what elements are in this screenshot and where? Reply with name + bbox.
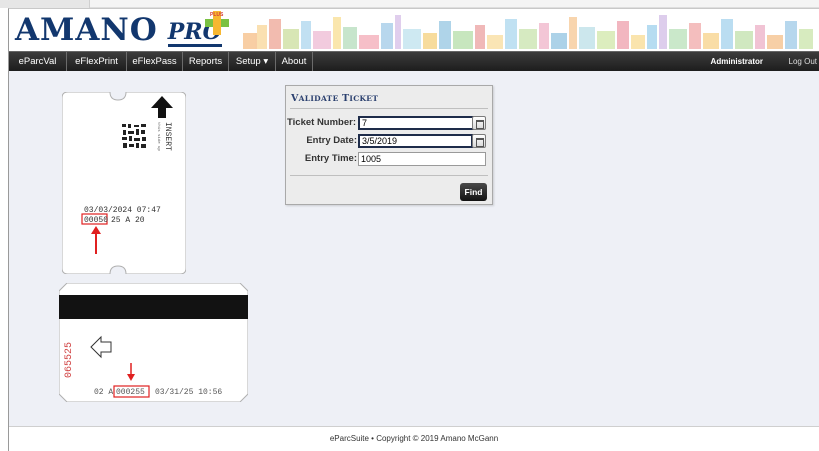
ticket-number-row: Ticket Number: 7 bbox=[286, 116, 494, 130]
ticket-barcode-icon bbox=[122, 124, 146, 148]
ticket-number-input[interactable]: 7 bbox=[358, 116, 474, 130]
nav-eflexpass[interactable]: eFlexPass bbox=[127, 52, 183, 71]
nav-about[interactable]: About bbox=[276, 52, 313, 71]
browser-tab-stub bbox=[0, 0, 90, 8]
app-header: AMANO PRO PLUS bbox=[9, 9, 819, 51]
entry-date-input[interactable]: 3/5/2019 bbox=[358, 134, 473, 148]
panel-title: VALIDATE TICKET bbox=[291, 93, 379, 104]
page-footer: eParcSuite • Copyright © 2019 Amano McGa… bbox=[9, 426, 819, 451]
ticket-front-image: INSERT this side up 03/03/2024 07:47 000… bbox=[62, 92, 186, 274]
logo-amano-text: AMANO bbox=[15, 12, 158, 48]
ticket-insert-label: INSERT bbox=[163, 122, 172, 151]
logo-plus-icon: PLUS bbox=[205, 11, 229, 35]
entry-time-row: Entry Time: 1005 bbox=[286, 152, 494, 166]
ticket-back-prefix: 02 A bbox=[94, 388, 113, 397]
logged-in-user: Administrator bbox=[710, 57, 763, 66]
validate-ticket-panel: VALIDATE TICKET Ticket Number: 7 Entry D… bbox=[285, 85, 493, 205]
entry-time-input[interactable]: 1005 bbox=[358, 152, 486, 166]
logo-plus-text: PLUS bbox=[210, 12, 224, 18]
logout-link[interactable]: Log Out bbox=[789, 52, 817, 71]
panel-divider-top bbox=[290, 108, 488, 109]
main-nav-bar: eParcVal eFlexPrint eFlexPass Reports Se… bbox=[9, 51, 819, 71]
calendar-icon[interactable] bbox=[472, 134, 486, 148]
amano-logo: AMANO PRO bbox=[15, 13, 222, 47]
ticket-keypad-button[interactable] bbox=[472, 116, 486, 130]
browser-top-strip bbox=[0, 0, 819, 8]
nav-reports[interactable]: Reports bbox=[183, 52, 229, 71]
entry-date-row: Entry Date: 3/5/2019 bbox=[286, 134, 494, 148]
ticket-insert-sub: this side up bbox=[156, 122, 161, 151]
ticket-back-side-number: 065525 bbox=[64, 342, 75, 378]
city-skyline-banner bbox=[243, 15, 813, 49]
magnetic-stripe bbox=[59, 295, 248, 319]
ticket-front-code: 25 A 20 bbox=[111, 216, 145, 225]
entry-time-label: Entry Time: bbox=[304, 153, 357, 164]
ticket-number-label: Ticket Number: bbox=[287, 117, 356, 128]
ticket-back-image: 065525 02 A 000255 03/31/25 10:56 bbox=[59, 283, 248, 402]
ticket-front-number: 00050 bbox=[84, 216, 108, 225]
ticket-back-datetime: 03/31/25 10:56 bbox=[155, 388, 222, 397]
nav-eflexprint[interactable]: eFlexPrint bbox=[67, 52, 127, 71]
nav-eparcval[interactable]: eParcVal bbox=[9, 52, 67, 71]
entry-date-label: Entry Date: bbox=[306, 135, 357, 146]
nav-setup-dropdown[interactable]: Setup ▾ bbox=[229, 52, 276, 71]
ticket-back-number: 000255 bbox=[116, 388, 145, 397]
find-button[interactable]: Find bbox=[460, 183, 487, 201]
panel-divider-bottom bbox=[290, 175, 488, 176]
